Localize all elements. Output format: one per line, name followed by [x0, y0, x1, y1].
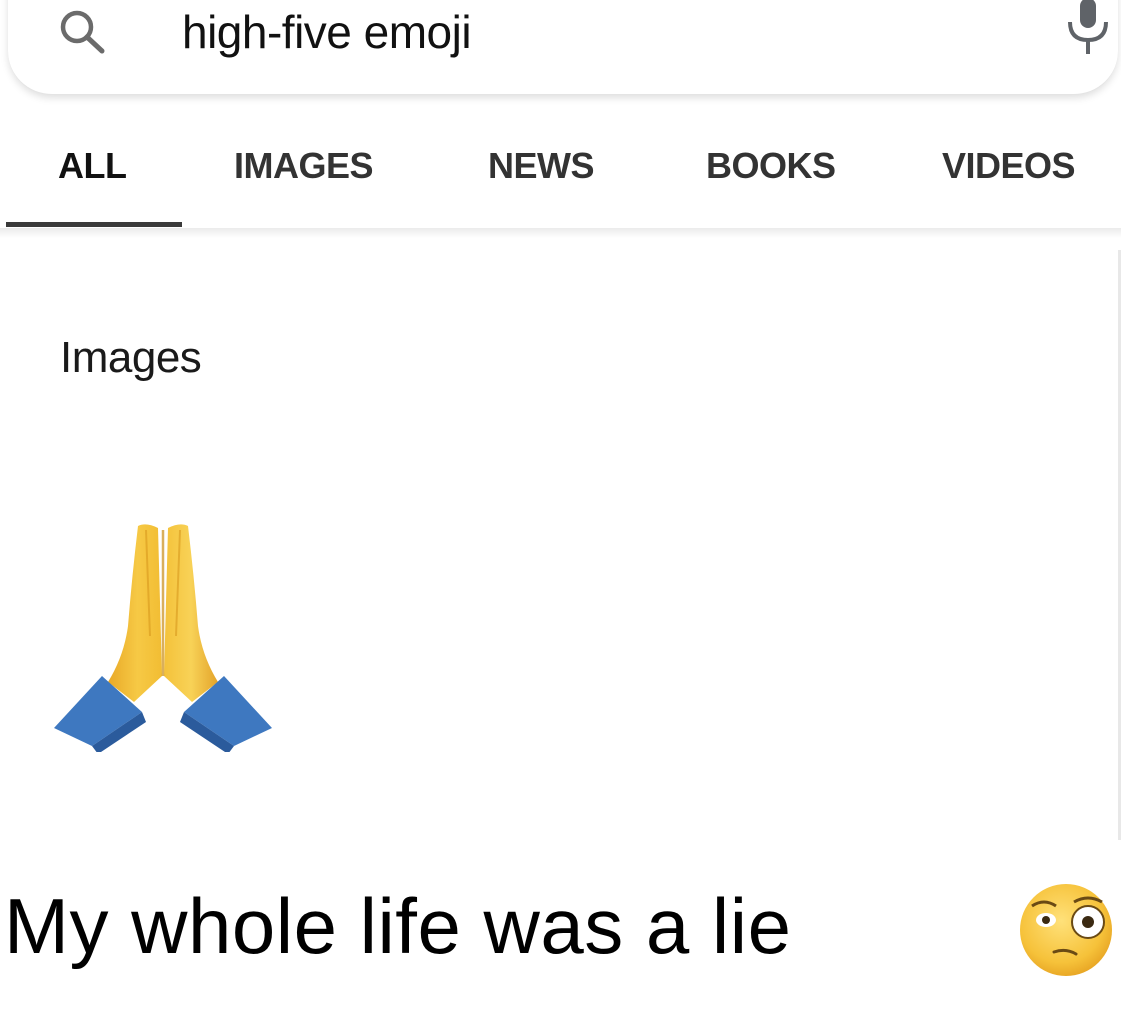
- tab-all[interactable]: ALL: [58, 146, 127, 186]
- images-section-title: Images: [60, 333, 202, 382]
- tabs-divider: [0, 228, 1121, 238]
- search-bar[interactable]: high-five emoji: [8, 0, 1118, 95]
- search-tabs: ALL IMAGES NEWS BOOKS VIDEOS: [0, 130, 1121, 234]
- page: high-five emoji ALL IMAGES NEWS BOOKS VI…: [0, 0, 1121, 1017]
- folded-hands-emoji-image[interactable]: [46, 516, 280, 752]
- tab-images[interactable]: IMAGES: [234, 146, 374, 186]
- tab-news[interactable]: NEWS: [488, 146, 595, 186]
- microphone-icon[interactable]: [1062, 0, 1114, 58]
- flushed-face-emoji-icon: [1020, 884, 1112, 976]
- search-input[interactable]: high-five emoji: [182, 8, 472, 56]
- active-tab-indicator: [6, 222, 182, 227]
- tab-books[interactable]: BOOKS: [706, 146, 836, 186]
- meme-caption: My whole life was a lie: [4, 882, 792, 970]
- search-icon[interactable]: [56, 8, 112, 56]
- tab-videos[interactable]: VIDEOS: [942, 146, 1076, 186]
